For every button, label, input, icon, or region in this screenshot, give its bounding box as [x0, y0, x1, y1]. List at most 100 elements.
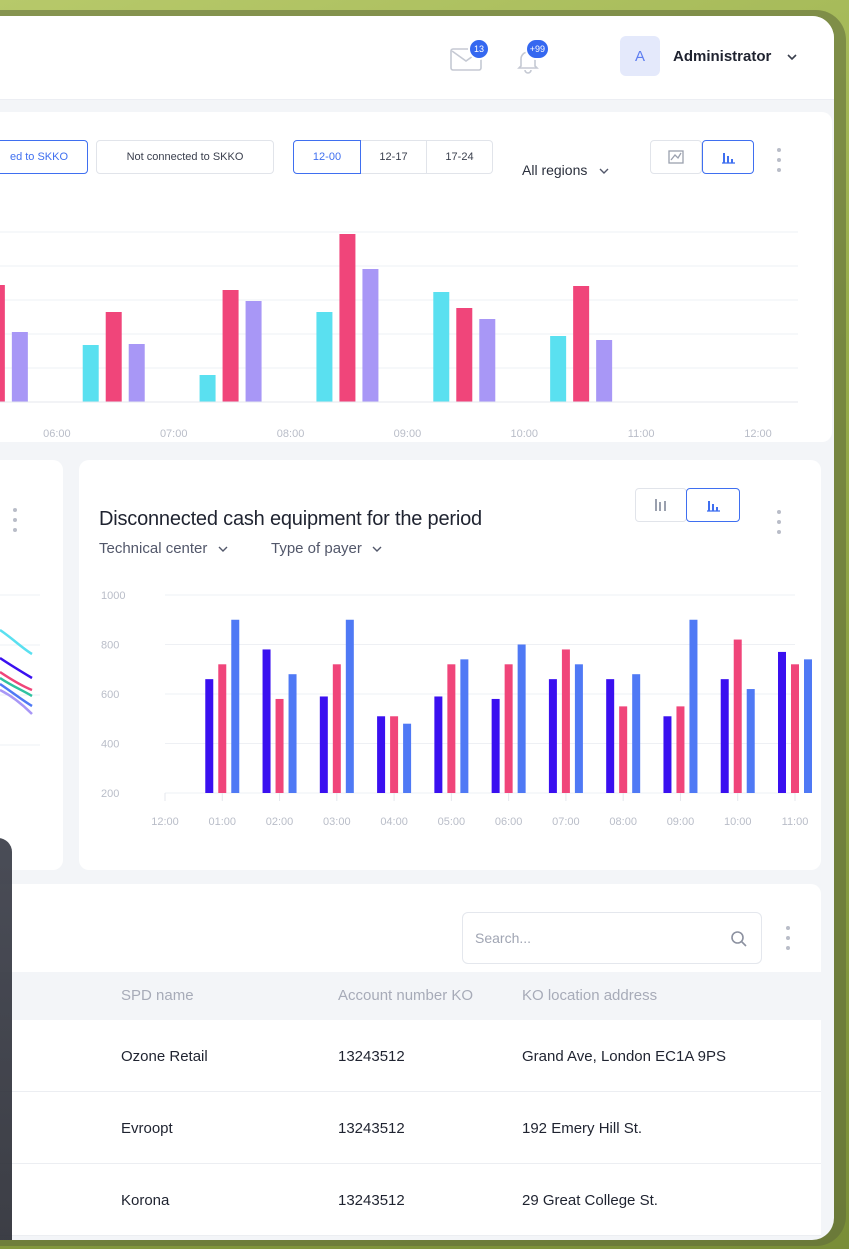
mail-button[interactable]: 13 — [450, 38, 490, 76]
x-tick-label: 09:00 — [667, 816, 695, 828]
column-header-spd-name[interactable]: SPD name — [121, 987, 194, 1004]
cell-spd-name: Evroopt — [121, 1120, 173, 1137]
bar — [0, 285, 5, 402]
bar — [362, 269, 379, 402]
bar — [11, 332, 28, 402]
bar — [619, 706, 628, 793]
x-tick-label: 09:00 — [394, 428, 422, 440]
bar — [199, 375, 216, 402]
table-header: SPD name Account number KO KO location a… — [0, 972, 821, 1020]
disconnected-equipment-bar-chart: 200 400 600 800 1000 12:00 01:00 02:00 03:00 04:0… — [101, 590, 812, 828]
bar — [403, 723, 412, 793]
bar — [574, 664, 583, 793]
search-input[interactable] — [475, 927, 705, 949]
bar — [804, 659, 812, 793]
notification-count-badge: +99 — [524, 38, 550, 60]
more-options-button[interactable] — [785, 926, 791, 950]
disconnected-equipment-panel: Disconnected cash equipment for the peri… — [79, 460, 821, 870]
bar — [791, 664, 799, 793]
bar — [434, 696, 443, 793]
table-row[interactable]: Ozone Retail 13243512 Grand Ave, London … — [0, 1020, 821, 1092]
column-header-account-number[interactable]: Account number KO — [338, 987, 473, 1004]
bar — [733, 639, 742, 793]
x-tick-label: 07:00 — [552, 816, 580, 828]
bar — [319, 696, 328, 793]
table-row[interactable]: Korona 13243512 29 Great College St. — [0, 1164, 821, 1236]
chevron-down-icon[interactable] — [786, 52, 798, 62]
bar — [663, 716, 672, 793]
cell-address: 29 Great College St. — [522, 1192, 658, 1209]
bar — [456, 308, 473, 402]
x-tick-label: 04:00 — [380, 816, 408, 828]
user-name[interactable]: Administrator — [673, 48, 771, 65]
bar — [262, 649, 271, 793]
bar — [689, 619, 698, 793]
y-tick-label: 600 — [101, 689, 119, 701]
bar — [82, 345, 99, 402]
search-icon[interactable] — [729, 929, 749, 949]
bar — [504, 664, 513, 793]
bar — [245, 301, 262, 402]
bar — [218, 664, 227, 793]
x-tick-label: 10:00 — [511, 428, 539, 440]
bar — [332, 664, 341, 793]
top-header: 13 +99 A Administrator — [0, 16, 834, 100]
cell-account-number: 13243512 — [338, 1048, 405, 1065]
x-tick-label: 11:00 — [628, 428, 655, 440]
y-tick-label: 200 — [101, 788, 119, 800]
x-tick-label: 07:00 — [160, 428, 188, 440]
table-row[interactable]: Evroopt 13243512 192 Emery Hill St. — [0, 1092, 821, 1164]
bar — [377, 716, 386, 793]
cell-address: 192 Emery Hill St. — [522, 1120, 643, 1137]
bar — [778, 651, 786, 793]
x-tick-label: 08:00 — [609, 816, 637, 828]
bar — [231, 619, 240, 793]
bar — [222, 290, 239, 402]
bar — [345, 619, 354, 793]
bar — [596, 340, 613, 402]
y-tick-label: 400 — [101, 739, 119, 751]
connections-chart-panel: ed to SKKO Not connected to SKKO 12-00 1… — [0, 112, 832, 442]
bar — [606, 679, 615, 793]
bar — [316, 312, 333, 402]
cell-account-number: 13243512 — [338, 1120, 405, 1137]
bar — [105, 312, 122, 402]
left-line-chart-panel — [0, 460, 63, 870]
bar — [720, 679, 729, 793]
bar — [632, 674, 641, 793]
search-box[interactable] — [462, 912, 762, 964]
bar — [288, 674, 297, 793]
cell-account-number: 13243512 — [338, 1192, 405, 1209]
x-tick-label: 03:00 — [323, 816, 351, 828]
spd-table-panel: SPD name Account number KO KO location a… — [0, 884, 821, 1236]
bar — [491, 698, 500, 793]
series-line — [0, 628, 33, 656]
bar — [205, 679, 214, 793]
mail-count-badge: 13 — [468, 38, 490, 60]
x-tick-label: 01:00 — [209, 816, 237, 828]
cell-spd-name: Korona — [121, 1192, 170, 1209]
x-tick-label: 10:00 — [724, 816, 752, 828]
bar — [128, 344, 145, 402]
cell-spd-name: Ozone Retail — [121, 1048, 208, 1065]
x-tick-label: 06:00 — [43, 428, 71, 440]
column-header-address[interactable]: KO location address — [522, 987, 657, 1004]
partial-line-chart — [0, 594, 40, 746]
bar — [433, 292, 450, 402]
x-tick-label: 05:00 — [438, 816, 466, 828]
cell-address: Grand Ave, London EC1A 9PS — [522, 1048, 727, 1065]
x-tick-label: 08:00 — [277, 428, 305, 440]
bar — [390, 716, 399, 793]
bar — [561, 649, 570, 793]
bar — [460, 659, 469, 793]
notifications-button[interactable]: +99 — [514, 38, 550, 76]
bar — [746, 689, 755, 793]
side-overlay-panel — [0, 838, 12, 1240]
bar — [339, 234, 356, 402]
x-tick-label: 06:00 — [495, 816, 523, 828]
bar — [447, 664, 456, 793]
bar — [550, 336, 567, 402]
bar — [676, 706, 685, 793]
y-tick-label: 1000 — [101, 590, 125, 602]
avatar[interactable]: A — [620, 36, 660, 76]
